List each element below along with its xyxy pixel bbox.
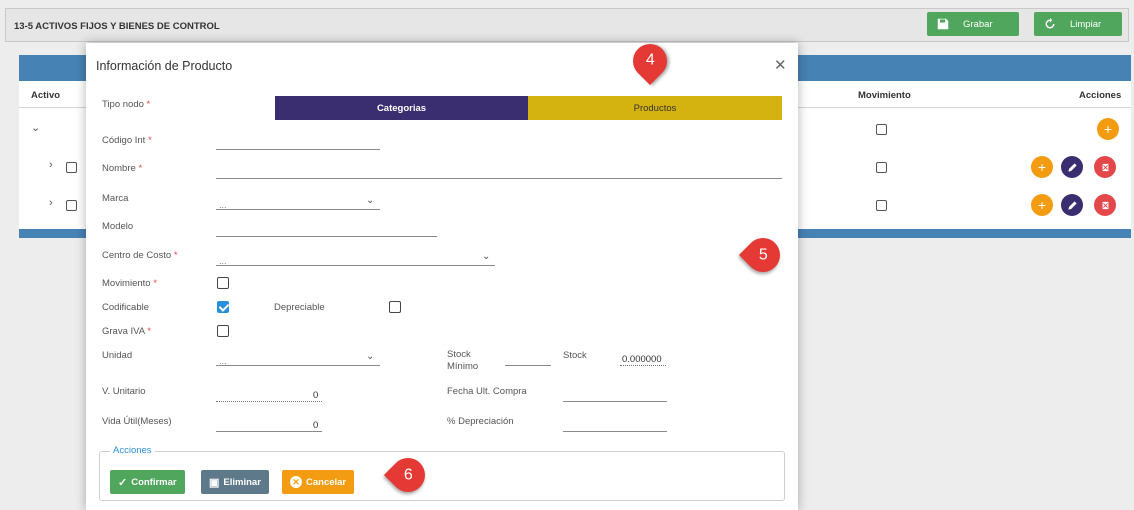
chevron-down-icon[interactable]: ⌄	[482, 251, 490, 262]
grava-iva-label: Grava IVA *	[102, 326, 151, 337]
add-child-button[interactable]: +	[1031, 194, 1053, 216]
add-child-button[interactable]: +	[1031, 156, 1053, 178]
row-select-checkbox[interactable]	[66, 162, 77, 173]
close-icon[interactable]: ✕	[774, 56, 787, 74]
tipo-nodo-categorias-option[interactable]: Categorias	[275, 96, 528, 120]
eliminar-button[interactable]: ▣ Eliminar	[201, 470, 269, 494]
nombre-input[interactable]	[216, 178, 782, 179]
vida-util-input[interactable]	[216, 431, 322, 432]
chevron-down-icon[interactable]: ⌄	[366, 195, 374, 206]
col-acciones: Acciones	[1079, 90, 1122, 101]
chevron-right-icon[interactable]: ›	[49, 197, 53, 209]
v-unitario-value[interactable]: 0	[313, 390, 318, 401]
eliminar-label: Eliminar	[223, 476, 261, 488]
stock-input[interactable]	[620, 365, 666, 366]
v-unitario-label: V. Unitario	[102, 386, 146, 397]
v-unitario-input[interactable]	[216, 401, 322, 402]
col-activo: Activo	[31, 90, 61, 101]
stock-value[interactable]: 0.000000	[622, 354, 662, 365]
limpiar-button[interactable]: Limpiar	[1034, 12, 1122, 36]
plus-icon: +	[1037, 159, 1047, 175]
row-movimiento-checkbox[interactable]	[876, 162, 887, 173]
check-icon: ✓	[118, 476, 128, 489]
codigo-int-input[interactable]	[216, 149, 380, 150]
unidad-select[interactable]	[216, 365, 380, 366]
stock-minimo-input[interactable]	[505, 365, 551, 366]
movimiento-label: Movimiento *	[102, 278, 157, 289]
save-icon	[937, 18, 949, 30]
row-select-checkbox[interactable]	[66, 200, 77, 211]
delete-button[interactable]	[1094, 194, 1116, 216]
edit-button[interactable]	[1061, 194, 1083, 216]
page-toolbar: 13-5 ACTIVOS FIJOS Y BIENES DE CONTROL G…	[5, 8, 1129, 42]
vida-util-label: Vida Útil(Meses)	[102, 416, 172, 427]
limpiar-label: Limpiar	[1070, 18, 1102, 30]
codificable-checkbox[interactable]	[217, 301, 229, 313]
tipo-nodo-label: Tipo nodo *	[102, 99, 151, 110]
page-title: 13-5 ACTIVOS FIJOS Y BIENES DE CONTROL	[14, 21, 220, 32]
cancelar-button[interactable]: ✕ Cancelar	[282, 470, 355, 494]
edit-button[interactable]	[1061, 156, 1083, 178]
plus-icon: +	[1103, 121, 1113, 137]
edit-icon	[1067, 162, 1077, 172]
depreciable-checkbox[interactable]	[389, 301, 401, 313]
codigo-int-label: Código Int *	[102, 135, 152, 146]
product-info-modal: Información de Producto ✕ Tipo nodo * Ca…	[86, 43, 798, 510]
edit-icon	[1067, 200, 1077, 210]
chevron-right-icon[interactable]: ›	[49, 159, 53, 171]
acciones-legend: Acciones	[110, 445, 155, 456]
marca-select[interactable]	[216, 209, 380, 210]
refresh-icon	[1045, 18, 1055, 29]
row-movimiento-checkbox[interactable]	[876, 124, 887, 135]
depreciable-label: Depreciable	[274, 302, 325, 313]
vida-util-value[interactable]: 0	[313, 420, 318, 431]
codificable-label: Codificable	[102, 302, 149, 313]
confirmar-label: Confirmar	[131, 476, 177, 488]
modelo-label: Modelo	[102, 221, 134, 232]
row-movimiento-checkbox[interactable]	[876, 200, 887, 211]
add-child-button[interactable]: +	[1097, 118, 1119, 140]
cancel-icon: ✕	[290, 476, 302, 488]
cancelar-label: Cancelar	[306, 476, 347, 488]
pct-depreciacion-label: % Depreciación	[447, 416, 514, 427]
pct-depreciacion-input[interactable]	[563, 431, 667, 432]
fecha-ult-compra-input[interactable]	[563, 401, 667, 402]
delete-button[interactable]	[1094, 156, 1116, 178]
col-movimiento: Movimiento	[858, 90, 911, 101]
stock-minimo-label: Stock Mínimo	[447, 349, 479, 372]
grava-iva-checkbox[interactable]	[217, 325, 229, 337]
marca-label: Marca	[102, 193, 129, 204]
stock-label: Stock	[563, 350, 587, 361]
chevron-down-icon[interactable]: ⌄	[31, 121, 40, 134]
tipo-nodo-productos-option[interactable]: Productos	[528, 96, 782, 120]
confirmar-button[interactable]: ✓ Confirmar	[110, 470, 185, 494]
delete-icon	[1101, 162, 1109, 172]
modal-title: Información de Producto	[96, 59, 233, 73]
chevron-down-icon[interactable]: ⌄	[366, 351, 374, 362]
modelo-input[interactable]	[216, 236, 437, 237]
unidad-label: Unidad	[102, 350, 133, 361]
movimiento-checkbox[interactable]	[217, 277, 229, 289]
grabar-label: Grabar	[963, 18, 993, 30]
centro-costo-select[interactable]	[216, 265, 495, 266]
centro-costo-label: Centro de Costo *	[102, 250, 178, 261]
delete-icon	[1101, 200, 1109, 210]
fecha-ult-compra-label: Fecha Ult. Compra	[447, 386, 527, 397]
nombre-label: Nombre *	[102, 163, 143, 174]
delete-icon: ▣	[209, 476, 220, 489]
plus-icon: +	[1037, 197, 1047, 213]
grabar-button[interactable]: Grabar	[927, 12, 1019, 36]
